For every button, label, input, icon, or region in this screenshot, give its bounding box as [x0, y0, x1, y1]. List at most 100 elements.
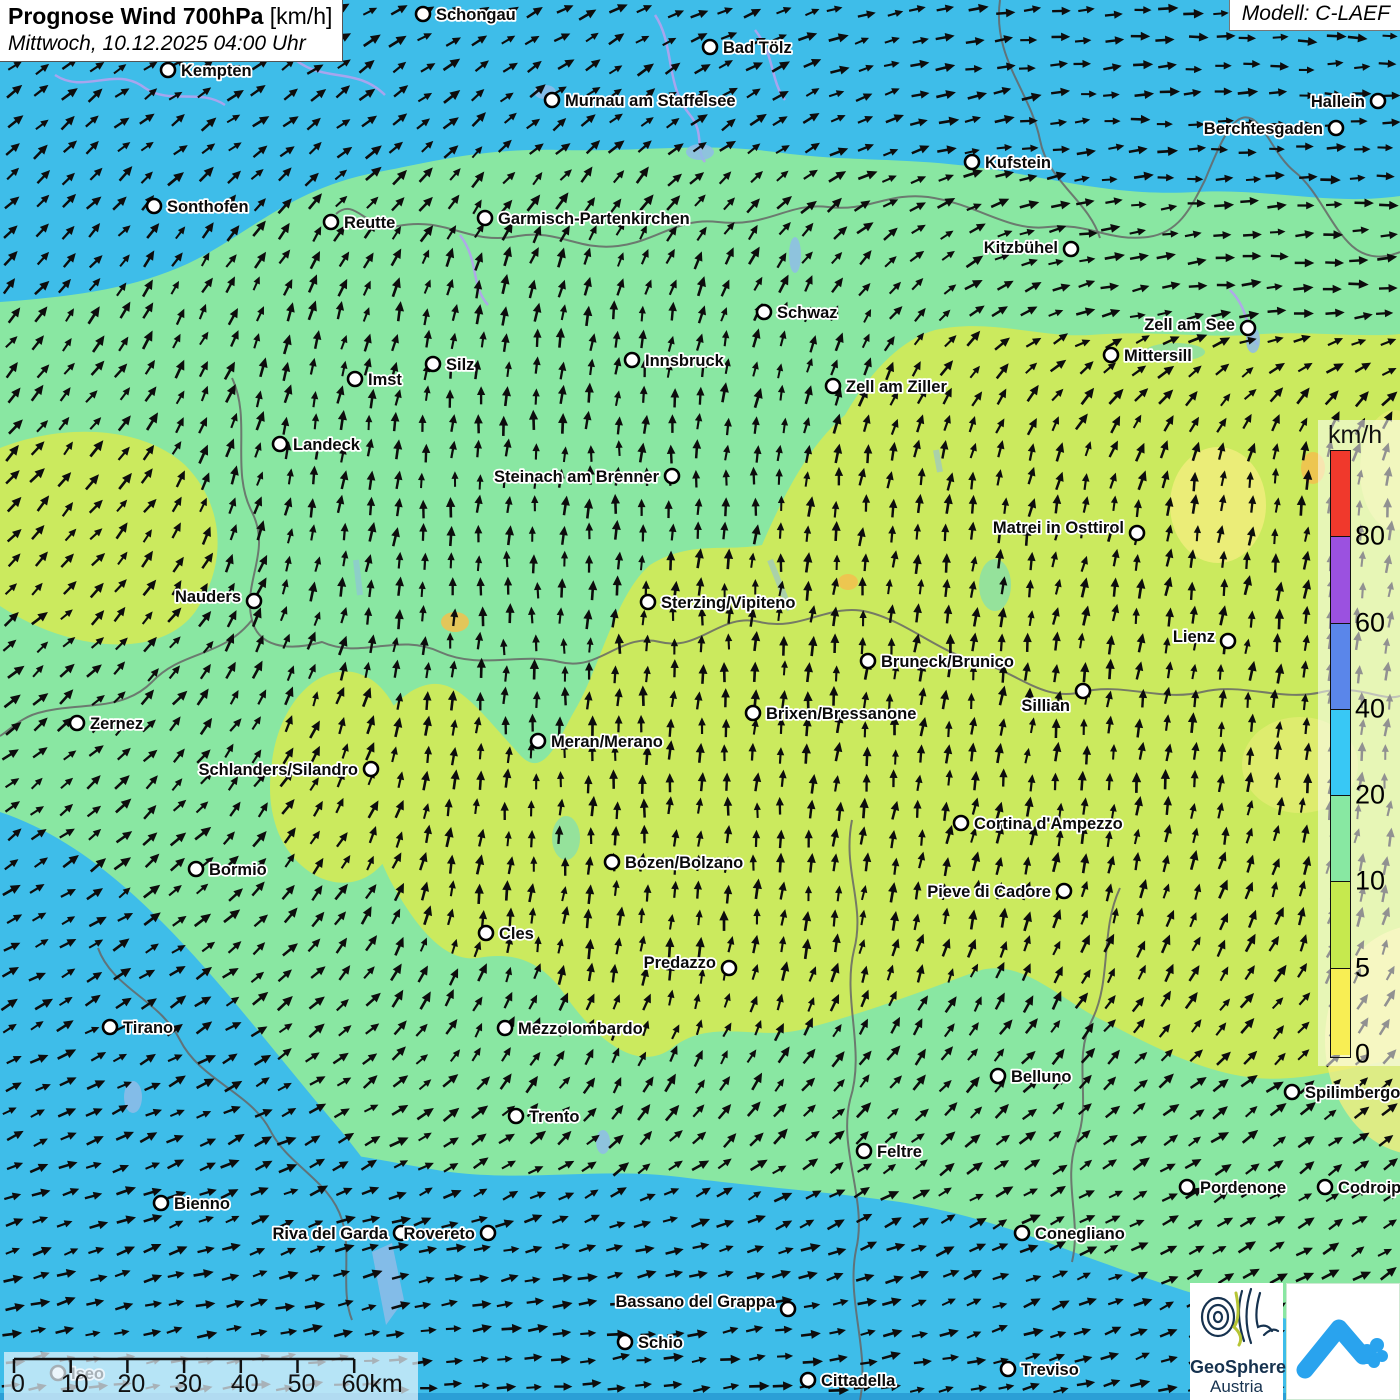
city-dot [625, 353, 639, 367]
city-dot [826, 379, 840, 393]
city-label: Trento [529, 1108, 579, 1126]
legend-label-80: 80 [1355, 521, 1385, 552]
city-dot [364, 762, 378, 776]
city-label: Bad Tölz [723, 39, 792, 57]
city-label: Bassano del Grappa [615, 1293, 775, 1311]
city-bruneck-brunico: Bruneck/Brunico [861, 653, 1014, 671]
city-dot [1285, 1085, 1299, 1099]
city-label: Cortina d'Ampezzo [974, 815, 1123, 833]
city-dot [1064, 242, 1078, 256]
city-dot [1104, 348, 1118, 362]
city-dot [722, 961, 736, 975]
city-dot [1057, 884, 1071, 898]
city-dot [161, 63, 175, 77]
legend-label-5: 5 [1355, 952, 1370, 983]
city-label: Innsbruck [645, 352, 725, 370]
city-dot [147, 199, 161, 213]
city-label: Sonthofen [167, 198, 249, 216]
city-dot [605, 855, 619, 869]
city-dot [273, 437, 287, 451]
title-box: Prognose Wind 700hPa [km/h] Mittwoch, 10… [0, 0, 343, 62]
city-dot [416, 7, 430, 21]
scale-tick-10: 10 [61, 1370, 89, 1399]
city-label: Treviso [1021, 1361, 1079, 1379]
city-dot [545, 93, 559, 107]
weather-map-stage: SchongauBad TölzKemptenMurnau am Staffel… [0, 0, 1400, 1400]
city-tirano: Tirano [103, 1019, 173, 1037]
city-label: Nauders [175, 588, 241, 606]
city-dot [1329, 121, 1343, 135]
legend-seg-80 [1331, 451, 1350, 537]
scale-tick-20: 20 [117, 1370, 145, 1399]
city-label: Reutte [344, 214, 395, 232]
color-legend: km/h 806040201050 [1318, 420, 1400, 1066]
city-label: Spilimbergo [1305, 1084, 1400, 1102]
legend-label-20: 20 [1355, 780, 1385, 811]
legend-label-10: 10 [1355, 866, 1385, 897]
city-label: Riva del Garda [272, 1225, 388, 1243]
city-sterzing-vipiteno: Sterzing/Vipiteno [641, 594, 795, 612]
city-label: Schongau [436, 6, 516, 24]
city-label: Kitzbühel [984, 239, 1058, 257]
city-label: Silz [446, 356, 474, 374]
title-main: Prognose Wind 700hPa [8, 3, 263, 29]
city-dot [618, 1335, 632, 1349]
scale-tick-50: 50 [288, 1370, 316, 1399]
city-feltre: Feltre [857, 1143, 922, 1161]
city-cortina-d-ampezzo: Cortina d'Ampezzo [954, 815, 1123, 833]
geosphere-contour-icon [1190, 1283, 1283, 1351]
city-dot [781, 1302, 795, 1316]
city-label: Cles [499, 925, 534, 943]
city-garmisch-partenkirchen: Garmisch-Partenkirchen [478, 210, 690, 228]
city-riva-del-garda: Riva del Garda [272, 1225, 408, 1243]
city-label: Tirano [123, 1019, 173, 1037]
city-label: Feltre [877, 1143, 922, 1161]
city-dot [189, 862, 203, 876]
city-label: Belluno [1011, 1068, 1072, 1086]
city-dot [801, 1373, 815, 1387]
city-label: Bruneck/Brunico [881, 653, 1014, 671]
city-dot [757, 305, 771, 319]
city-label: Sterzing/Vipiteno [661, 594, 795, 612]
city-dot [1241, 321, 1255, 335]
city-mezzolombardo: Mezzolombardo [498, 1020, 643, 1038]
partner-logo [1286, 1283, 1400, 1400]
city-meran-merano: Meran/Merano [531, 733, 663, 751]
city-dot [426, 357, 440, 371]
city-schlanders-silandro: Schlanders/Silandro [198, 761, 378, 779]
city-dot [1318, 1180, 1332, 1194]
city-dot [1371, 94, 1385, 108]
city-label: Predazzo [644, 954, 716, 972]
city-matrei-in-osttirol: Matrei in Osttirol [993, 519, 1144, 540]
city-murnau-am-staffelsee: Murnau am Staffelsee [545, 92, 736, 110]
city-label: Matrei in Osttirol [993, 519, 1124, 537]
city-brixen-bressanone: Brixen/Bressanone [746, 705, 916, 723]
city-dot [531, 734, 545, 748]
city-label: Zell am See [1144, 316, 1235, 334]
city-label: Mezzolombardo [518, 1020, 643, 1038]
city-pieve-di-cadore: Pieve di Cadore [927, 883, 1071, 901]
city-dot [1180, 1180, 1194, 1194]
city-label: Pieve di Cadore [927, 883, 1051, 901]
forecast-datetime: Mittwoch, 10.12.2025 04:00 Uhr [8, 31, 332, 56]
city-dot [954, 816, 968, 830]
city-dot [509, 1109, 523, 1123]
city-label: Imst [368, 371, 402, 389]
city-dot [103, 1020, 117, 1034]
city-dot [481, 1226, 495, 1240]
city-bozen-bolzano: Bozen/Bolzano [605, 854, 743, 872]
city-dot [498, 1021, 512, 1035]
city-dot [348, 372, 362, 386]
geosphere-logo: GeoSphere Austria [1190, 1283, 1283, 1400]
scale-tick-40: 40 [231, 1370, 259, 1399]
city-dot [247, 594, 261, 608]
city-label: Cittadella [821, 1372, 896, 1390]
city-label: Berchtesgaden [1204, 120, 1323, 138]
wind-forecast-map: SchongauBad TölzKemptenMurnau am Staffel… [0, 0, 1400, 1400]
city-label: Mittersill [1124, 347, 1192, 365]
legend-seg-5 [1331, 882, 1350, 968]
city-label: Conegliano [1035, 1225, 1125, 1243]
city-label: Steinach am Brenner [494, 468, 660, 486]
city-dot [857, 1144, 871, 1158]
city-steinach-am-brenner: Steinach am Brenner [494, 468, 679, 486]
